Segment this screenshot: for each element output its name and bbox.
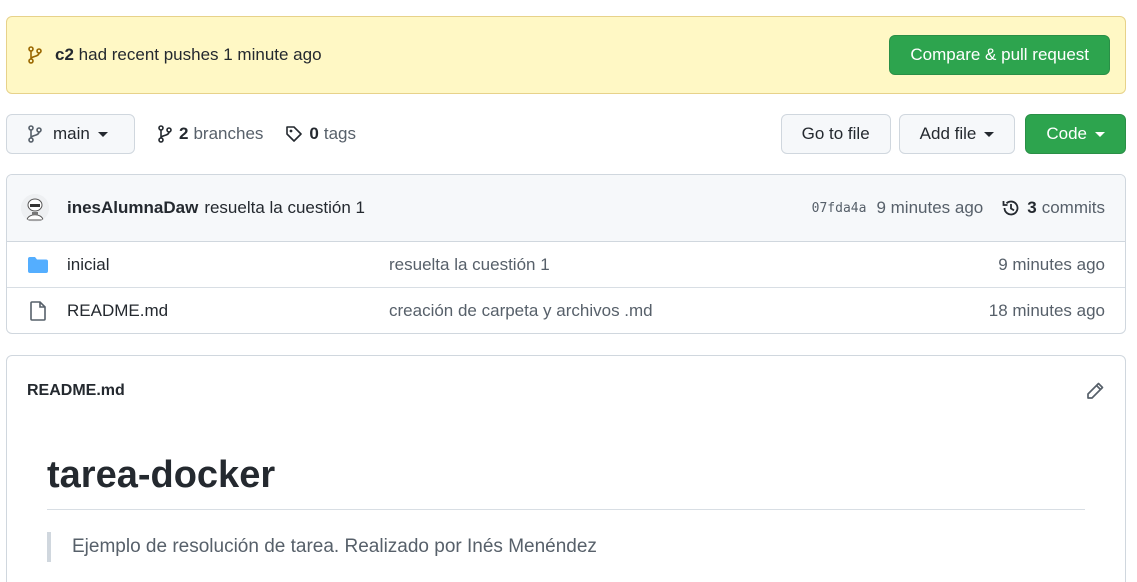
file-browser: inesAlumnaDaw resuelta la cuestión 1 07f…: [6, 174, 1126, 334]
tags-link[interactable]: 0 tags: [285, 124, 356, 144]
recent-push-banner: c2 had recent pushes 1 minute ago Compar…: [6, 16, 1126, 94]
readme-heading: tarea-docker: [47, 454, 1085, 510]
add-file-label: Add file: [919, 124, 977, 143]
branch-selector[interactable]: main: [6, 114, 135, 154]
file-name[interactable]: README.md: [67, 301, 389, 321]
tags-label: tags: [323, 124, 357, 143]
readme-filename[interactable]: README.md: [27, 382, 1085, 400]
folder-icon: [27, 256, 49, 274]
commits-history-link[interactable]: 3 commits: [1001, 198, 1105, 218]
git-branch-icon: [27, 46, 43, 64]
commit-author[interactable]: inesAlumnaDaw: [67, 198, 198, 218]
branches-label: branches: [193, 124, 264, 143]
chevron-down-icon: [1095, 131, 1105, 137]
add-file-button[interactable]: Add file: [898, 114, 1016, 154]
branch-name: main: [53, 124, 90, 143]
tags-count: 0: [309, 124, 319, 143]
file-time: 9 minutes ago: [998, 254, 1105, 274]
chevron-down-icon: [97, 131, 108, 137]
readme-content: tarea-docker Ejemplo de resolución de ta…: [7, 426, 1125, 562]
push-message: c2 had recent pushes 1 minute ago: [55, 45, 889, 65]
git-branch-icon: [157, 125, 173, 143]
commit-time: 9 minutes ago: [876, 198, 984, 217]
history-icon: [1001, 198, 1021, 218]
readme-header: README.md: [7, 356, 1125, 426]
file-name[interactable]: inicial: [67, 255, 389, 275]
pencil-icon[interactable]: [1085, 381, 1105, 401]
readme-panel: README.md tarea-docker Ejemplo de resolu…: [6, 355, 1126, 582]
file-row[interactable]: inicial resuelta la cuestión 1 9 minutes…: [7, 242, 1125, 288]
file-icon: [27, 301, 49, 321]
avatar[interactable]: [21, 194, 49, 222]
git-branch-icon: [27, 125, 43, 143]
commit-message[interactable]: resuelta la cuestión 1: [204, 198, 811, 218]
file-commit-message[interactable]: creación de carpeta y archivos .md: [389, 301, 989, 321]
tag-icon: [285, 125, 303, 143]
file-row[interactable]: README.md creación de carpeta y archivos…: [7, 288, 1125, 333]
file-time: 18 minutes ago: [988, 301, 1105, 320]
file-commit-message[interactable]: resuelta la cuestión 1: [389, 255, 998, 275]
compare-pull-request-button[interactable]: Compare & pull request: [889, 35, 1110, 75]
repo-toolbar: main 2 branches 0 tags Go to file Add fi…: [6, 114, 1126, 154]
go-to-file-button[interactable]: Go to file: [780, 114, 891, 154]
branches-count: 2: [179, 124, 189, 143]
code-button[interactable]: Code: [1025, 114, 1126, 154]
code-label: Code: [1046, 124, 1087, 143]
commit-sha[interactable]: 07fda4a: [812, 201, 867, 216]
commits-count: 3: [1027, 198, 1037, 217]
branches-link[interactable]: 2 branches: [157, 124, 263, 144]
readme-blockquote: Ejemplo de resolución de tarea. Realizad…: [47, 532, 1085, 562]
latest-commit-bar: inesAlumnaDaw resuelta la cuestión 1 07f…: [7, 175, 1125, 242]
pushed-branch-name[interactable]: c2: [55, 45, 74, 64]
chevron-down-icon: [984, 131, 995, 137]
commits-label: commits: [1041, 198, 1105, 217]
push-message-text: had recent pushes 1 minute ago: [78, 45, 322, 64]
